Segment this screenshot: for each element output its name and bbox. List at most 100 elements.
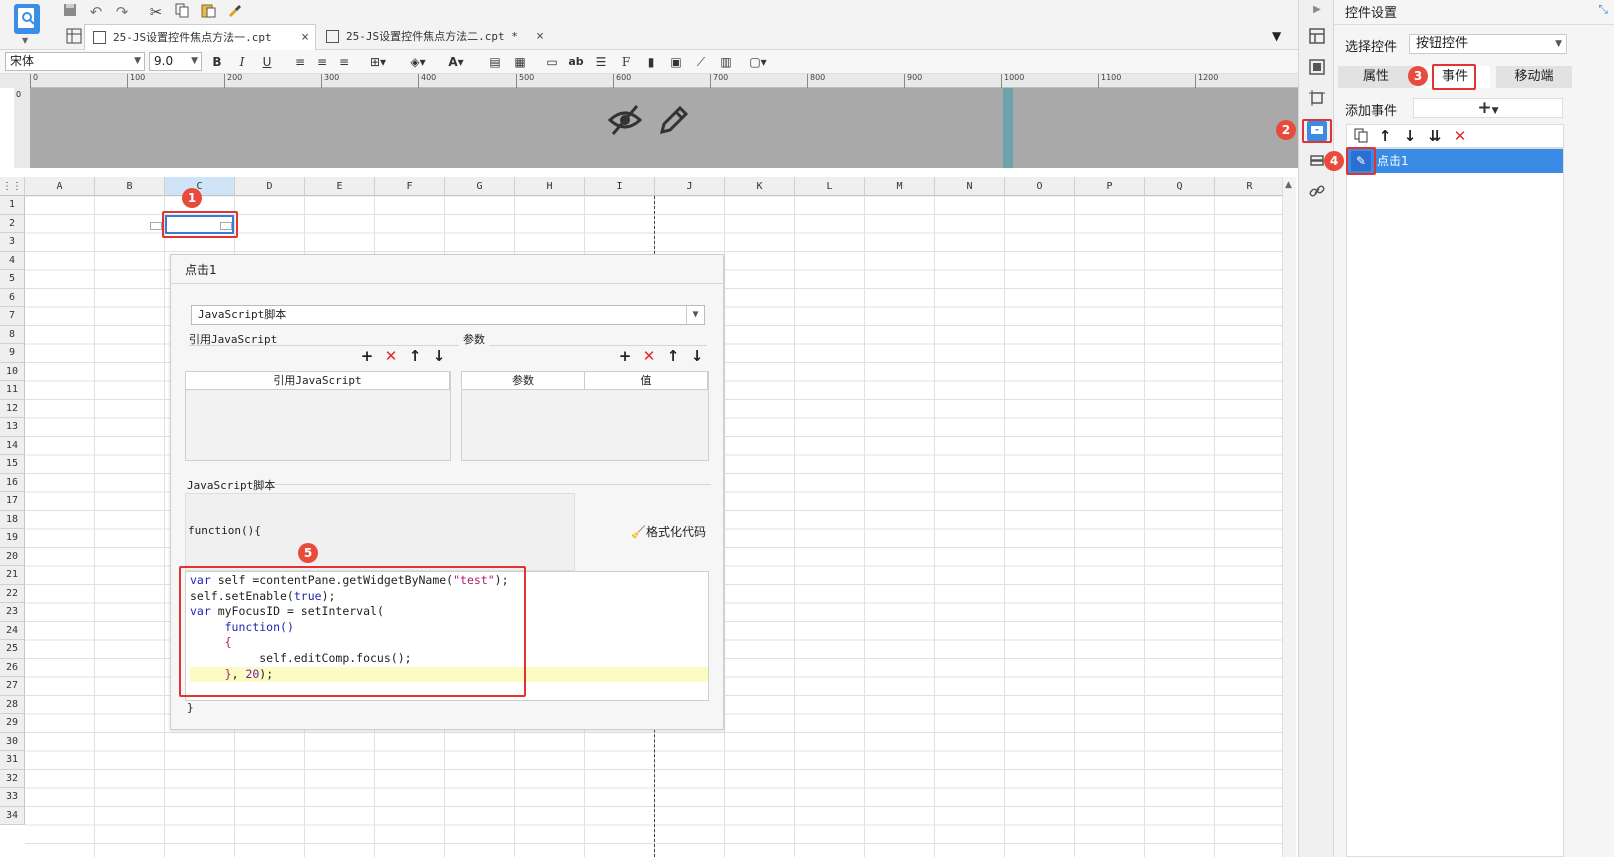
column-header[interactable]: L	[795, 177, 865, 196]
tab-menu-icon[interactable]: ▼	[1272, 29, 1288, 45]
column-header[interactable]: B	[95, 177, 165, 196]
row-header[interactable]: 21	[0, 566, 25, 585]
move-up-icon[interactable]: ↑	[405, 347, 425, 365]
row-header[interactable]: 28	[0, 695, 25, 714]
event-item-click1[interactable]: ✎ 点击1	[1347, 149, 1563, 173]
paste-icon[interactable]	[198, 2, 218, 22]
fill-color-icon[interactable]: ◈▾	[404, 52, 432, 72]
row-header[interactable]: 25	[0, 640, 25, 659]
eye-hidden-icon[interactable]	[607, 102, 643, 138]
move-up-icon[interactable]: ↑	[1375, 127, 1395, 145]
row-header[interactable]: 6	[0, 288, 25, 307]
row-header[interactable]: 7	[0, 307, 25, 326]
widget-type-select[interactable]: 按钮控件 ▼	[1409, 34, 1567, 54]
column-header[interactable]: K	[725, 177, 795, 196]
row-header[interactable]: 5	[0, 270, 25, 289]
font-color-icon[interactable]: A▾	[442, 52, 470, 72]
italic-icon[interactable]: I	[232, 52, 252, 72]
float-element-icon[interactable]	[1307, 90, 1327, 110]
ref-js-table[interactable]: 引用JavaScript	[185, 371, 451, 461]
add-icon[interactable]: +	[615, 347, 635, 365]
move-bottom-icon[interactable]: ⇊	[1425, 127, 1445, 145]
panel-collapse-icon[interactable]: ⤡	[1598, 2, 1608, 17]
tab-document-2[interactable]: 25-JS设置控件焦点方法二.cpt * ×	[318, 24, 550, 50]
tab-document-1[interactable]: 25-JS设置控件焦点方法一.cpt ×	[84, 24, 316, 50]
move-down-icon[interactable]: ↓	[1400, 127, 1420, 145]
row-header[interactable]: 1	[0, 196, 25, 215]
row-header[interactable]: 26	[0, 658, 25, 677]
row-header[interactable]: 8	[0, 325, 25, 344]
chevron-up-icon[interactable]: ▲	[1285, 180, 1292, 190]
row-header[interactable]: 24	[0, 621, 25, 640]
bold-icon[interactable]: B	[207, 52, 227, 72]
row-header[interactable]: 27	[0, 677, 25, 696]
vertical-scrollbar[interactable]: ▲	[1282, 177, 1296, 857]
column-header[interactable]: H	[515, 177, 585, 196]
add-icon[interactable]: +	[357, 347, 377, 365]
redo-icon[interactable]: ↷	[112, 2, 132, 22]
hyperlink-icon[interactable]	[1307, 183, 1327, 203]
add-event-button[interactable]: +▼	[1413, 98, 1563, 118]
row-header[interactable]: 17	[0, 492, 25, 511]
merge-cells-icon[interactable]: ▤	[485, 52, 505, 72]
row-header[interactable]: 19	[0, 529, 25, 548]
close-icon[interactable]: ×	[536, 24, 544, 50]
row-header[interactable]: 13	[0, 418, 25, 437]
params-table[interactable]: 参数 值	[461, 371, 709, 461]
row-header[interactable]: 12	[0, 399, 25, 418]
align-center-icon[interactable]: ≡	[312, 52, 332, 72]
column-header[interactable]: P	[1075, 177, 1145, 196]
parameter-pane-boundary[interactable]	[1003, 88, 1013, 168]
save-icon[interactable]	[60, 2, 80, 22]
split-cells-icon[interactable]: ▦	[510, 52, 530, 72]
logo-menu-caret-icon[interactable]: ▼	[22, 36, 28, 45]
underline-icon[interactable]: U	[257, 52, 277, 72]
row-header[interactable]: 30	[0, 732, 25, 751]
tab-attributes[interactable]: 属性	[1338, 66, 1414, 88]
row-header[interactable]: 16	[0, 473, 25, 492]
move-up-icon[interactable]: ↑	[663, 347, 683, 365]
column-header[interactable]: N	[935, 177, 1005, 196]
pencil-icon[interactable]	[658, 102, 690, 136]
cell-resize-handle[interactable]	[150, 222, 162, 230]
row-header[interactable]: 32	[0, 769, 25, 788]
select-all-corner[interactable]: ⋮⋮	[0, 177, 25, 196]
format-painter-icon[interactable]	[224, 2, 244, 22]
copy-icon[interactable]	[1351, 127, 1371, 147]
column-header[interactable]: J	[655, 177, 725, 196]
cut-icon[interactable]: ✂	[146, 2, 166, 22]
grid-view-icon[interactable]	[66, 28, 82, 44]
row-header[interactable]: 15	[0, 455, 25, 474]
column-header[interactable]: O	[1005, 177, 1075, 196]
row-header[interactable]: 4	[0, 251, 25, 270]
move-down-icon[interactable]: ↓	[687, 347, 707, 365]
row-header[interactable]: 2	[0, 214, 25, 233]
column-header[interactable]: A	[25, 177, 95, 196]
designer-logo-icon[interactable]	[14, 4, 40, 34]
font-size-select[interactable]: 9.0 ▼	[149, 52, 202, 71]
column-header[interactable]: F	[375, 177, 445, 196]
delete-icon[interactable]: ✕	[639, 347, 659, 365]
column-header[interactable]: R	[1215, 177, 1285, 196]
format-code-button[interactable]: 🧹格式化代码	[631, 523, 706, 540]
row-header[interactable]: 18	[0, 510, 25, 529]
insert-image-icon[interactable]: ▣	[666, 52, 686, 72]
copy-icon[interactable]	[172, 2, 192, 22]
undo-icon[interactable]: ↶	[86, 2, 106, 22]
event-type-select[interactable]: JavaScript脚本 ▼	[191, 305, 705, 325]
row-header[interactable]: 29	[0, 714, 25, 733]
close-icon[interactable]: ×	[301, 25, 309, 51]
delete-icon[interactable]: ✕	[381, 347, 401, 365]
move-down-icon[interactable]: ↓	[429, 347, 449, 365]
column-header[interactable]: G	[445, 177, 515, 196]
row-header[interactable]: 11	[0, 381, 25, 400]
row-header[interactable]: 20	[0, 547, 25, 566]
column-header[interactable]: Q	[1145, 177, 1215, 196]
column-header[interactable]: I	[585, 177, 655, 196]
insert-formula-icon[interactable]: F	[616, 52, 636, 72]
cell-element-icon[interactable]	[1307, 59, 1327, 79]
insert-text-icon[interactable]: ab	[566, 52, 586, 72]
row-header[interactable]: 10	[0, 362, 25, 381]
align-right-icon[interactable]: ≡	[334, 52, 354, 72]
column-header[interactable]: E	[305, 177, 375, 196]
